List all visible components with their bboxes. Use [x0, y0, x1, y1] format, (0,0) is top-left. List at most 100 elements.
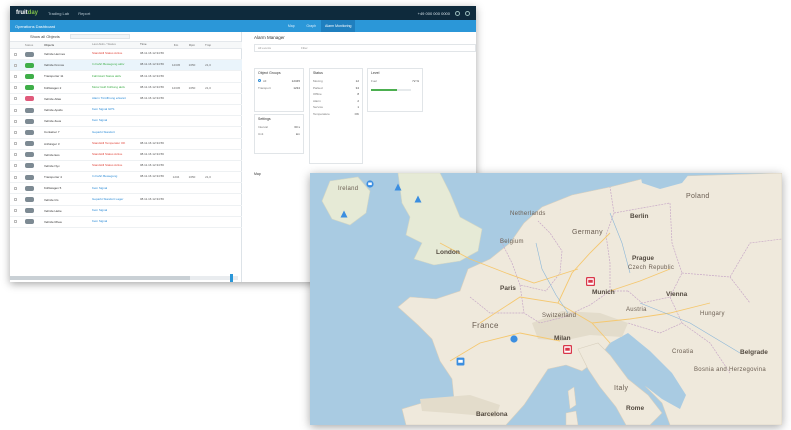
map-window[interactable]: Ireland Poland Netherlands Germany Belgi… — [310, 173, 782, 425]
subbar-title: Operations Dashboard — [15, 23, 56, 29]
status-badge — [20, 219, 38, 225]
vehicle-pin-blue-icon[interactable] — [414, 195, 422, 203]
row-checkbox[interactable] — [10, 198, 20, 202]
map-label-france: France — [472, 321, 499, 330]
col-tmp[interactable]: Tmp — [200, 43, 216, 47]
nav-trading-lab[interactable]: Trading Lab — [48, 11, 69, 16]
object-name[interactable]: Container 7 — [38, 130, 92, 134]
row-checkbox[interactable] — [10, 74, 20, 78]
object-name[interactable]: Vehicle Rhea — [38, 220, 92, 224]
object-name[interactable]: Transporter 11 — [38, 74, 92, 78]
status-badge — [20, 96, 38, 102]
status-badge — [20, 174, 38, 180]
vehicle-pin-blue-icon[interactable] — [456, 357, 465, 366]
table-row[interactable]: Vehicle Nyx Standstill Status Active 08.11… — [10, 161, 242, 173]
object-name[interactable]: Vehicle Nyx — [38, 164, 92, 168]
nav-report[interactable]: Report — [78, 11, 90, 16]
table-row[interactable]: Vehicle Iris Geparkt Standort Lager 08.11.… — [10, 194, 242, 206]
table-row[interactable]: Kühlwagen 2 Motor läuft Kühlung aktiv 08.1… — [10, 83, 242, 94]
object-name[interactable]: Kühlwagen 5 — [38, 186, 92, 190]
table-row[interactable]: Vehicle Rhea Kein Signal — [10, 217, 242, 228]
table-row[interactable]: Vehicle Kronos In Fahrt Bewegung aktiv 08.… — [10, 60, 242, 72]
object-name[interactable]: Vehicle Kronos — [38, 63, 92, 67]
time-cell: 08.11.16 12:34:56 — [140, 140, 164, 145]
tab-map[interactable]: Map — [281, 20, 301, 32]
object-name[interactable]: Vehicle Hermes — [38, 52, 92, 56]
vehicle-pin-blue-icon[interactable] — [340, 210, 348, 218]
table-row[interactable]: Vehicle Hebe Kein Signal — [10, 206, 242, 217]
logout-icon[interactable] — [465, 10, 470, 16]
tab-graph[interactable]: Graph — [301, 20, 321, 32]
col-objects[interactable]: Objects — [38, 43, 92, 47]
top-bar: fruitday Trading Lab Report +49 000 000 … — [10, 6, 476, 20]
user-phone[interactable]: +49 000 000 0000 — [418, 11, 450, 16]
row-checkbox[interactable] — [10, 86, 20, 90]
object-name[interactable]: Vehicle Eos — [38, 153, 92, 157]
map-canvas[interactable] — [310, 173, 782, 425]
row-checkbox[interactable] — [10, 175, 20, 179]
search-input[interactable] — [69, 34, 130, 39]
vehicle-pin-blue-icon[interactable] — [366, 180, 374, 188]
table-row[interactable]: Container 7 Geparkt Standort — [10, 127, 242, 139]
vehicle-pin-blue-icon[interactable] — [394, 183, 402, 191]
list-header[interactable]: Show all Objects — [30, 34, 60, 39]
col-km[interactable]: Km — [168, 43, 184, 47]
object-name[interactable]: Vehicle Zeus — [38, 119, 92, 123]
table-row[interactable]: Vehicle Atlas Alarm Türöffnung erkannt 08.… — [10, 94, 242, 105]
settings-icon[interactable] — [455, 10, 460, 16]
row-checkbox[interactable] — [10, 186, 20, 190]
row-checkbox[interactable] — [10, 220, 20, 224]
row-checkbox[interactable] — [10, 52, 20, 56]
table-row[interactable]: Vehicle Zeus Kein Signal — [10, 116, 242, 128]
vehicle-pin-red-icon[interactable] — [586, 277, 595, 286]
col-rpm[interactable]: Rpm — [184, 43, 200, 47]
table-row[interactable]: Vehicle Apollo Kein Signal GPS — [10, 105, 242, 117]
row-checkbox[interactable] — [10, 142, 20, 146]
vehicle-pin-red-icon[interactable] — [563, 345, 572, 354]
object-name[interactable]: Transporter 4 — [38, 175, 92, 179]
col-time[interactable]: Time — [140, 43, 168, 47]
map-label-netherlands: Netherlands — [510, 211, 546, 217]
object-name[interactable]: Vehicle Hebe — [38, 209, 92, 213]
horizontal-scrollbar[interactable] — [10, 276, 238, 280]
scroll-thumb[interactable] — [230, 274, 233, 282]
row-checkbox[interactable] — [10, 63, 20, 67]
row-checkbox[interactable] — [10, 130, 20, 134]
col-status[interactable]: Status — [20, 43, 38, 47]
row-checkbox[interactable] — [10, 153, 20, 157]
object-name[interactable]: Vehicle Apollo — [38, 108, 92, 112]
table-row[interactable]: Anhänger 3 Standstill Temperatur OK 08.11.… — [10, 139, 242, 150]
status-badge — [20, 62, 38, 68]
panel-title: Alarm Manager — [254, 35, 285, 40]
km-cell: 12345 — [171, 85, 181, 90]
object-name[interactable]: Kühlwagen 2 — [38, 86, 92, 90]
tab-alarm-monitoring[interactable]: Alarm Monitoring — [321, 20, 356, 32]
object-list-panel: Show all Objects Status Objects Last Akt… — [10, 32, 242, 282]
status-badge — [20, 163, 38, 169]
object-name[interactable]: Vehicle Iris — [38, 198, 92, 202]
filter-button[interactable]: Filter — [301, 46, 308, 50]
row-checkbox[interactable] — [10, 97, 20, 101]
map-label-prague: Prague — [632, 255, 655, 262]
time-cell: 08.11.16 12:34:56 — [140, 73, 164, 78]
row-checkbox[interactable] — [10, 209, 20, 213]
vehicle-pin-blue-icon[interactable] — [510, 335, 518, 343]
last-activity: Standstill Status Active — [92, 152, 123, 156]
app-logo[interactable]: fruitday — [16, 10, 38, 16]
radio-icon[interactable] — [258, 79, 261, 83]
table-row[interactable]: Vehicle Hermes Standstill Status Active 08… — [10, 49, 242, 61]
filter-all-events[interactable]: All events — [258, 46, 271, 50]
row-checkbox[interactable] — [10, 164, 20, 168]
last-activity: Standstill Status Active — [92, 164, 123, 168]
table-row[interactable]: Kühlwagen 5 Kein Signal — [10, 183, 242, 195]
col-last-activity[interactable]: Last Aktiv / Status — [92, 43, 140, 47]
filter-bar[interactable]: All events Filter — [254, 44, 476, 52]
row-checkbox[interactable] — [10, 108, 20, 112]
object-name[interactable]: Anhänger 3 — [38, 142, 92, 146]
row-checkbox[interactable] — [10, 119, 20, 123]
table-row[interactable]: Transporter 11 Fahrtstart Status aktiv 08.… — [10, 71, 242, 83]
table-row[interactable]: Transporter 4 In Fahrt Bewegung 08.11.16 1… — [10, 172, 242, 184]
object-name[interactable]: Vehicle Atlas — [38, 97, 92, 101]
map-label-munich: Munich — [592, 289, 615, 296]
table-row[interactable]: Vehicle Eos Standstill Status Active 08.11… — [10, 150, 242, 161]
